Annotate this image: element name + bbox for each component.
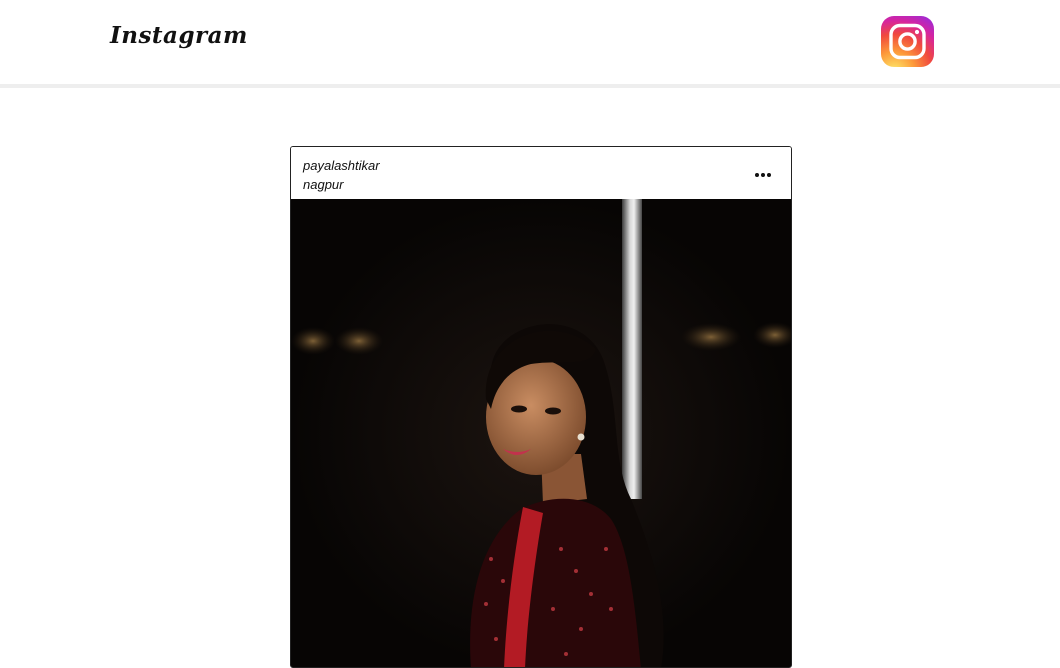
post-photo[interactable] bbox=[291, 199, 791, 667]
portrait-photo bbox=[291, 199, 791, 667]
post-header: payalashtikar nagpur bbox=[291, 147, 791, 199]
instagram-wordmark[interactable]: Instagram bbox=[110, 22, 248, 49]
post-username[interactable]: payalashtikar bbox=[303, 158, 380, 173]
post-location[interactable]: nagpur bbox=[303, 177, 343, 192]
more-options-icon[interactable] bbox=[751, 165, 781, 183]
instagram-logo-icon[interactable] bbox=[881, 16, 934, 67]
top-navigation-bar: Instagram bbox=[0, 0, 1060, 88]
post-card: payalashtikar nagpur bbox=[290, 146, 792, 668]
